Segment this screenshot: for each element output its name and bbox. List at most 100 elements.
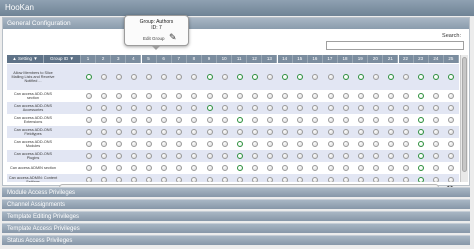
permission-radio[interactable]	[100, 93, 107, 99]
permission-radio[interactable]	[161, 105, 168, 111]
permission-radio[interactable]	[312, 129, 319, 135]
permission-radio[interactable]	[433, 165, 440, 171]
permission-radio[interactable]	[388, 177, 394, 182]
permission-radio[interactable]	[267, 74, 273, 80]
permission-radio-selected[interactable]	[418, 74, 425, 80]
permission-radio[interactable]	[448, 177, 455, 182]
permission-radio[interactable]	[100, 117, 107, 123]
permission-radio[interactable]	[297, 105, 304, 111]
permission-radio-selected[interactable]	[418, 177, 425, 182]
permission-radio[interactable]	[372, 129, 379, 135]
permission-radio-selected[interactable]	[418, 93, 425, 99]
permission-radio[interactable]	[100, 177, 107, 182]
permission-radio[interactable]	[191, 177, 198, 182]
permission-radio[interactable]	[176, 117, 183, 123]
permission-radio[interactable]	[267, 105, 273, 111]
permission-radio[interactable]	[448, 93, 455, 99]
permission-radio[interactable]	[418, 105, 425, 111]
permission-radio[interactable]	[236, 105, 243, 111]
permission-radio[interactable]	[191, 117, 198, 123]
permission-radio[interactable]	[297, 93, 304, 99]
permission-radio[interactable]	[115, 105, 122, 111]
permission-radio[interactable]	[206, 153, 213, 159]
permission-radio[interactable]	[372, 117, 379, 123]
permission-radio[interactable]	[312, 153, 319, 159]
permission-radio-selected[interactable]	[418, 153, 425, 159]
permission-radio[interactable]	[372, 105, 379, 111]
permission-radio[interactable]	[312, 74, 319, 80]
permission-radio[interactable]	[85, 105, 92, 111]
permission-radio[interactable]	[357, 177, 364, 182]
permission-radio-selected[interactable]	[448, 74, 455, 80]
permission-radio[interactable]	[448, 117, 455, 123]
permission-radio[interactable]	[191, 165, 198, 171]
general-configuration-header[interactable]: General Configuration	[3, 18, 469, 29]
permission-radio[interactable]	[433, 129, 440, 135]
permission-radio[interactable]	[327, 153, 334, 159]
permission-radio-selected[interactable]	[418, 165, 425, 171]
pencil-icon[interactable]: ✎	[169, 33, 177, 42]
permission-radio[interactable]	[282, 165, 289, 171]
permission-radio[interactable]	[191, 141, 198, 147]
permission-radio[interactable]	[85, 165, 92, 171]
permission-radio[interactable]	[161, 165, 168, 171]
group-column-header-19[interactable]: 19	[353, 55, 369, 63]
permission-radio[interactable]	[251, 93, 258, 99]
permission-radio[interactable]	[130, 153, 137, 159]
group-column-header-8[interactable]: 8	[186, 55, 202, 63]
permission-radio[interactable]	[433, 117, 440, 123]
permission-radio[interactable]	[388, 129, 394, 135]
permission-radio[interactable]	[206, 177, 213, 182]
permission-radio[interactable]	[146, 74, 152, 80]
permission-radio[interactable]	[327, 117, 334, 123]
permission-radio[interactable]	[100, 129, 107, 135]
permission-radio[interactable]	[267, 93, 273, 99]
permission-radio[interactable]	[388, 117, 394, 123]
group-column-header-23[interactable]: 23	[413, 55, 429, 63]
permission-radio[interactable]	[297, 177, 304, 182]
permission-radio[interactable]	[327, 105, 334, 111]
permission-radio[interactable]	[146, 105, 152, 111]
edit-group-link[interactable]: Edit Group	[143, 36, 165, 41]
permission-radio[interactable]	[236, 93, 243, 99]
permission-radio-selected[interactable]	[297, 74, 304, 80]
permission-radio[interactable]	[327, 177, 334, 182]
section-header-channel-assignments[interactable]: Channel Assignments	[2, 199, 470, 209]
permission-radio[interactable]	[251, 165, 258, 171]
group-column-header-3[interactable]: 3	[111, 55, 127, 63]
setting-column-header[interactable]: ▲ Setting ▼	[7, 55, 44, 63]
group-column-header-12[interactable]: 12	[247, 55, 263, 63]
permission-radio[interactable]	[221, 105, 228, 111]
permission-radio[interactable]	[372, 74, 379, 80]
permission-radio[interactable]	[191, 129, 198, 135]
permission-radio[interactable]	[327, 165, 334, 171]
permission-radio[interactable]	[267, 153, 273, 159]
permission-radio[interactable]	[312, 165, 319, 171]
permission-radio[interactable]	[221, 117, 228, 123]
permission-radio[interactable]	[115, 153, 122, 159]
permission-radio[interactable]	[433, 153, 440, 159]
permission-radio[interactable]	[176, 177, 183, 182]
permission-radio[interactable]	[115, 141, 122, 147]
group-column-header-5[interactable]: 5	[141, 55, 157, 63]
permission-radio-selected[interactable]	[85, 74, 92, 80]
permission-radio[interactable]	[433, 141, 440, 147]
permission-radio[interactable]	[161, 141, 168, 147]
permission-radio-selected[interactable]	[236, 165, 243, 171]
permission-radio[interactable]	[327, 141, 334, 147]
permission-radio[interactable]	[251, 153, 258, 159]
group-column-header-13[interactable]: 13	[262, 55, 278, 63]
group-id-column-header[interactable]: Group ID ▼	[44, 55, 81, 63]
permission-radio[interactable]	[312, 105, 319, 111]
permission-radio[interactable]	[100, 153, 107, 159]
permission-radio[interactable]	[206, 129, 213, 135]
permission-radio[interactable]	[146, 177, 152, 182]
permission-radio[interactable]	[342, 105, 349, 111]
group-column-header-20[interactable]: 20	[368, 55, 384, 63]
permission-radio[interactable]	[161, 153, 168, 159]
permission-radio-selected[interactable]	[236, 117, 243, 123]
section-header-module-access-privileges[interactable]: Module Access Privileges	[2, 187, 470, 197]
permission-radio[interactable]	[388, 93, 394, 99]
permission-radio[interactable]	[115, 117, 122, 123]
permission-radio[interactable]	[130, 74, 137, 80]
